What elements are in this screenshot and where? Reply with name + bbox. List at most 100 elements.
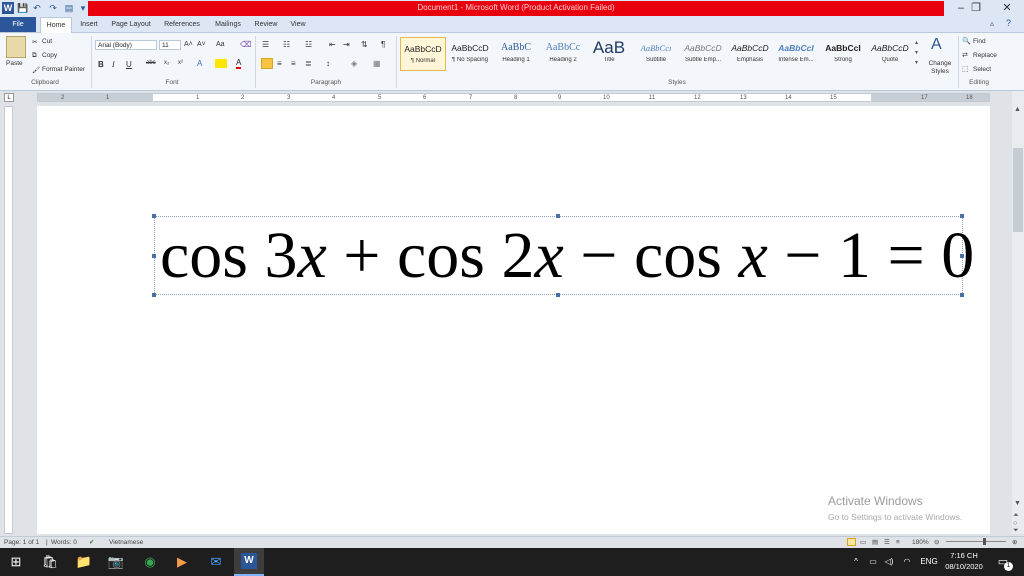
zoom-slider[interactable] <box>946 541 1006 542</box>
tab-mailings[interactable]: Mailings <box>210 17 246 32</box>
align-left-icon[interactable] <box>261 58 273 69</box>
file-explorer-icon[interactable]: 📁 <box>74 552 94 572</box>
mail-icon[interactable]: ✉ <box>206 552 226 572</box>
highlight-color-icon[interactable] <box>215 59 227 68</box>
proofing-icon[interactable]: ✔ <box>89 537 94 548</box>
style-no-spacing[interactable]: AaBbCcD ¶ No Spacing <box>447 37 493 71</box>
tab-view[interactable]: View <box>286 17 310 32</box>
help-icon[interactable]: ? <box>1006 18 1011 28</box>
select-icon[interactable]: ⬚ <box>962 65 969 73</box>
style-subtitle[interactable]: AaBbCcı Subtitle <box>633 37 679 71</box>
scrollbar-thumb[interactable] <box>1013 148 1023 232</box>
undo-icon[interactable]: ↶ <box>31 2 43 14</box>
previous-page-icon[interactable]: ⏶ <box>1013 512 1019 520</box>
font-color-icon[interactable]: A <box>236 58 242 69</box>
format-painter-icon[interactable]: 🖌 <box>32 66 40 74</box>
tab-home[interactable]: Home <box>40 17 72 33</box>
font-name-select[interactable]: Arial (Body) <box>95 40 157 50</box>
bold-button[interactable]: B <box>98 60 104 69</box>
text-effects-icon[interactable]: A <box>197 59 202 68</box>
sort-icon[interactable]: ⇅ <box>361 40 368 49</box>
browse-object-icon[interactable]: ○ <box>1013 520 1017 527</box>
outline-view-icon[interactable]: ☰ <box>884 537 890 548</box>
select-button[interactable]: Select <box>973 66 991 73</box>
style-strong[interactable]: AaBbCcI Strong <box>820 37 866 71</box>
zoom-slider-thumb[interactable] <box>983 538 986 545</box>
paste-icon[interactable] <box>6 36 26 58</box>
tab-insert[interactable]: Insert <box>75 17 103 32</box>
subscript-icon[interactable]: x₂ <box>164 60 169 66</box>
style-heading-1[interactable]: AaBbC Heading 1 <box>493 37 539 71</box>
language-indicator[interactable]: Vietnamese <box>109 537 143 548</box>
tab-references[interactable]: References <box>160 17 204 32</box>
style-subtle-emphasis[interactable]: AaBbCcD Subtle Emp... <box>680 37 726 71</box>
change-styles-icon[interactable]: A <box>931 36 942 54</box>
battery-icon[interactable]: ▭ <box>866 548 880 576</box>
horizontal-ruler[interactable]: 2 1 1 2 3 4 5 6 7 8 9 10 11 12 13 14 15 … <box>37 93 990 102</box>
media-player-icon[interactable]: ▶ <box>172 552 192 572</box>
copy-icon[interactable]: ⧉ <box>32 52 37 60</box>
zoom-out-icon[interactable]: ⊖ <box>934 537 939 548</box>
numbering-icon[interactable]: ☷ <box>283 40 290 49</box>
align-center-icon[interactable]: ≡ <box>277 59 282 68</box>
redo-icon[interactable]: ↷ <box>47 2 59 14</box>
resize-handle[interactable] <box>556 214 560 218</box>
show-hidden-icons-icon[interactable]: ^ <box>850 548 862 576</box>
tab-file[interactable]: File <box>0 17 36 32</box>
print-layout-view-icon[interactable] <box>847 538 856 546</box>
change-styles-button[interactable]: Change Styles <box>926 60 954 76</box>
style-intense-emphasis[interactable]: AaBbCcI Intense Em... <box>773 37 819 71</box>
paste-button[interactable]: Paste <box>6 60 23 67</box>
increase-indent-icon[interactable]: ⇥ <box>343 40 350 49</box>
clear-formatting-icon[interactable]: ⌫ <box>240 40 251 49</box>
justify-icon[interactable]: ≣ <box>305 59 312 68</box>
cut-button[interactable]: Cut <box>42 38 52 45</box>
word-taskbar-button[interactable]: W <box>234 548 264 576</box>
resize-handle[interactable] <box>152 293 156 297</box>
page-count[interactable]: Page: 1 of 1 <box>4 537 39 548</box>
input-language[interactable]: ENG <box>918 548 940 576</box>
windows-start-icon[interactable]: ⊞ <box>6 552 26 572</box>
cut-icon[interactable]: ✂ <box>32 38 37 46</box>
tab-selector-icon[interactable]: L <box>4 93 14 102</box>
find-icon[interactable]: 🔍 <box>962 37 971 45</box>
restore-button[interactable]: ❐ <box>961 0 991 17</box>
style-normal[interactable]: AaBbCcD ¶ Normal <box>400 37 446 71</box>
print-preview-icon[interactable]: ▤ <box>63 2 75 14</box>
shading-icon[interactable]: ◈ <box>351 59 357 68</box>
grow-font-icon[interactable]: A˄ <box>184 41 193 48</box>
web-layout-view-icon[interactable]: ▤ <box>872 537 878 548</box>
style-emphasis[interactable]: AaBbCcD Emphasis <box>727 37 773 71</box>
ribbon-minimize-icon[interactable]: ▵ <box>990 19 994 28</box>
close-button[interactable]: ✕ <box>992 0 1022 17</box>
decrease-indent-icon[interactable]: ⇤ <box>329 40 336 49</box>
italic-button[interactable]: I <box>112 60 115 69</box>
bullets-icon[interactable]: ☰ <box>262 40 269 49</box>
style-quote[interactable]: AaBbCcD Quote <box>867 37 913 71</box>
change-case-icon[interactable]: Aa <box>216 41 225 48</box>
store-icon[interactable]: 🛍 <box>40 552 60 572</box>
line-spacing-icon[interactable]: ↕ <box>326 59 330 68</box>
show-formatting-icon[interactable]: ¶ <box>381 40 385 49</box>
shrink-font-icon[interactable]: A˅ <box>197 41 206 48</box>
resize-handle[interactable] <box>960 214 964 218</box>
chrome-icon[interactable]: ◉ <box>140 552 160 572</box>
scroll-up-icon[interactable]: ▲ <box>1014 106 1021 113</box>
align-right-icon[interactable]: ≡ <box>291 59 296 68</box>
zoom-in-icon[interactable]: ⊕ <box>1012 537 1017 548</box>
format-painter-button[interactable]: Format Painter <box>42 66 85 73</box>
draft-view-icon[interactable]: ≡ <box>896 537 900 548</box>
save-icon[interactable]: 💾 <box>17 2 29 14</box>
clock[interactable]: 7:16 CH 08/10/2020 <box>942 550 986 572</box>
tab-page-layout[interactable]: Page Layout <box>108 17 154 32</box>
volume-icon[interactable]: ◁) <box>882 548 896 576</box>
vertical-ruler[interactable] <box>4 106 13 534</box>
wifi-icon[interactable]: ◠ <box>900 548 914 576</box>
resize-handle[interactable] <box>556 293 560 297</box>
resize-handle[interactable] <box>960 293 964 297</box>
resize-handle[interactable] <box>152 214 156 218</box>
underline-button[interactable]: U <box>126 60 132 69</box>
document-page[interactable] <box>37 106 990 534</box>
equation[interactable]: cos 3x + cos 2x − cos x − 1 = 0 <box>160 221 974 291</box>
styles-gallery-more-icon[interactable]: ▴ ▾ ▾ <box>915 38 918 68</box>
